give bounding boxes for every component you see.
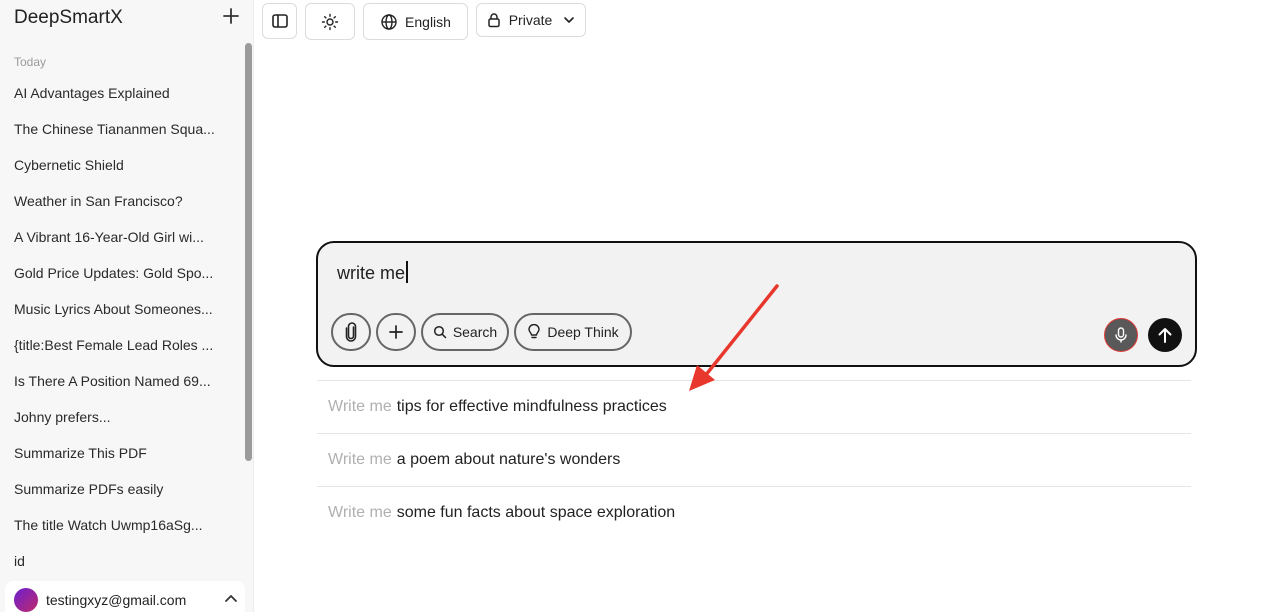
visibility-label: Private xyxy=(508,12,553,28)
history-item[interactable]: AI Advantages Explained xyxy=(0,75,228,111)
user-menu[interactable]: testingxyz@gmail.com xyxy=(5,581,245,612)
history-item[interactable]: The title Watch Uwmp16aSg... xyxy=(0,507,228,543)
attach-button[interactable] xyxy=(331,313,371,351)
chevron-down-icon xyxy=(564,17,575,23)
history-item[interactable]: Weather in San Francisco? xyxy=(0,183,228,219)
search-button[interactable]: Search xyxy=(421,313,509,351)
history-item[interactable]: A Vibrant 16-Year-Old Girl wi... xyxy=(0,219,228,255)
history-section-label: Today xyxy=(14,55,47,69)
new-chat-button[interactable] xyxy=(220,5,242,29)
search-icon xyxy=(433,325,447,339)
deep-think-button[interactable]: Deep Think xyxy=(514,313,632,351)
theme-toggle-button[interactable] xyxy=(305,3,355,40)
text-caret xyxy=(406,261,408,283)
chevron-up-icon[interactable] xyxy=(222,590,240,608)
history-item[interactable]: Gold Price Updates: Gold Spo... xyxy=(0,255,228,291)
history-item[interactable]: The Chinese Tiananmen Squa... xyxy=(0,111,228,147)
globe-icon xyxy=(381,13,397,30)
language-selector[interactable]: English xyxy=(363,3,468,40)
suggestion-prefix: Write me xyxy=(328,451,392,468)
suggestion-item[interactable]: Write me a poem about nature's wonders xyxy=(317,433,1191,486)
microphone-icon xyxy=(1115,327,1127,343)
add-button[interactable] xyxy=(376,313,416,351)
suggestion-prefix: Write me xyxy=(328,504,392,521)
avatar xyxy=(14,588,38,612)
visibility-selector[interactable]: Private xyxy=(476,3,586,37)
deep-think-label: Deep Think xyxy=(547,324,619,340)
voice-input-button[interactable] xyxy=(1104,318,1138,352)
plus-icon xyxy=(389,325,403,339)
suggestion-item[interactable]: Write me some fun facts about space expl… xyxy=(317,486,1191,539)
history-item[interactable]: {title:Best Female Lead Roles ... xyxy=(0,327,228,363)
toggle-sidebar-button[interactable] xyxy=(262,3,297,39)
sidebar-panel-icon xyxy=(271,14,288,28)
paperclip-icon xyxy=(345,322,357,342)
user-email: testingxyz@gmail.com xyxy=(46,592,187,608)
history-item[interactable]: Johny prefers... xyxy=(0,399,228,435)
history-item[interactable]: Cybernetic Shield xyxy=(0,147,228,183)
send-button[interactable] xyxy=(1148,318,1182,352)
suggestion-text: some fun facts about space exploration xyxy=(396,504,676,521)
message-input-value: write me xyxy=(337,263,406,283)
message-composer[interactable]: write me Search Deep Think xyxy=(316,241,1197,367)
sidebar: DeepSmartX Today AI Advantages Explained… xyxy=(0,0,254,612)
suggestion-prefix: Write me xyxy=(328,398,392,415)
arrow-up-icon xyxy=(1158,328,1172,343)
sidebar-scrollbar[interactable] xyxy=(245,43,252,461)
suggestion-item[interactable]: Write me tips for effective mindfulness … xyxy=(317,380,1191,433)
message-input[interactable]: write me xyxy=(337,261,408,284)
history-item[interactable]: Music Lyrics About Someones... xyxy=(0,291,228,327)
language-label: English xyxy=(405,13,451,30)
brand-title: DeepSmartX xyxy=(14,7,123,28)
chat-history-list: AI Advantages Explained The Chinese Tian… xyxy=(0,75,240,579)
suggestion-list: Write me tips for effective mindfulness … xyxy=(317,380,1191,539)
history-item[interactable]: Is There A Position Named 69... xyxy=(0,363,228,399)
suggestion-text: tips for effective mindfulness practices xyxy=(396,398,667,415)
lock-icon xyxy=(487,13,500,28)
lightbulb-icon xyxy=(528,324,541,339)
history-item[interactable]: id xyxy=(0,543,228,579)
suggestion-text: a poem about nature's wonders xyxy=(396,451,621,468)
history-item[interactable]: Summarize PDFs easily xyxy=(0,471,228,507)
sun-icon xyxy=(321,13,339,30)
search-button-label: Search xyxy=(452,324,498,340)
plus-icon xyxy=(223,8,239,24)
history-item[interactable]: Summarize This PDF xyxy=(0,435,228,471)
